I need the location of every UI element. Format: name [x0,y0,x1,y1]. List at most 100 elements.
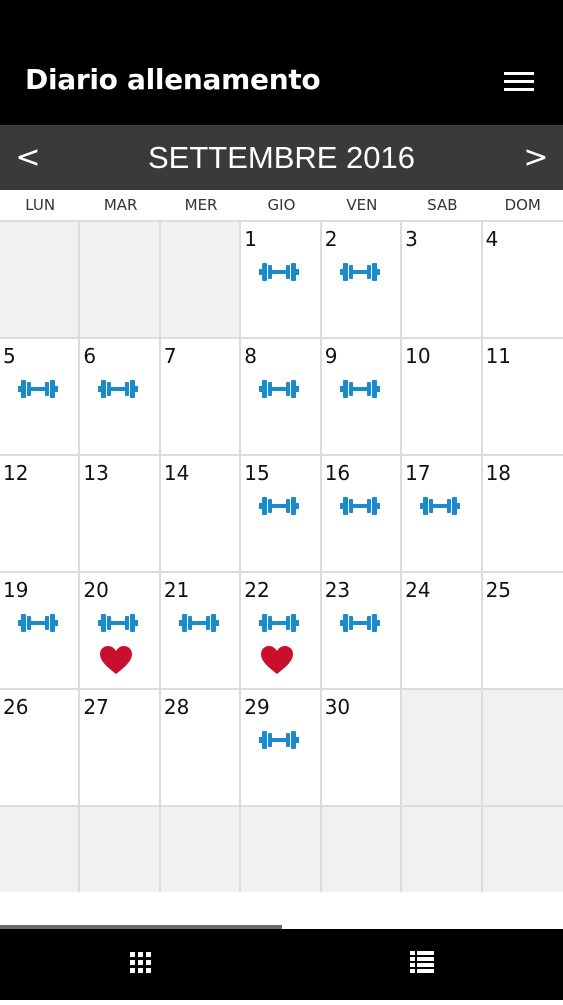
calendar-day[interactable]: 1 [241,222,322,339]
dumbbell-icon [259,614,300,632]
dumbbell-icon [18,380,58,398]
dumbbell-icon [18,614,58,632]
heart-icon [100,646,133,674]
calendar-day[interactable]: 4 [482,222,563,339]
weekday-label: LUN [25,196,56,214]
weekday-label: GIO [267,196,296,214]
calendar-empty-cell [0,807,81,894]
hamburger-menu-icon [504,72,534,91]
calendar-empty-cell [160,222,242,339]
calendar-empty-cell [160,807,242,894]
day-number: 10 [405,344,431,368]
calendar-empty-cell [402,690,483,807]
content-spacer [0,892,563,925]
calendar-day[interactable]: 13 [80,456,161,573]
calendar-day[interactable]: 19 [0,573,81,690]
calendar-day[interactable]: 28 [160,690,242,807]
calendar-day[interactable]: 14 [160,456,242,573]
calendar-day[interactable]: 11 [482,339,563,456]
day-number: 19 [3,578,29,602]
app-title: Diario allenamento [25,63,321,96]
next-month-button[interactable]: > [511,125,561,190]
calendar-day[interactable]: 20 [80,573,161,690]
weekday-label: MAR [103,196,138,214]
day-number: 17 [405,461,431,485]
month-title: SETTEMBRE 2016 [147,140,416,175]
calendar-empty-cell [80,807,161,894]
calendar-empty-cell [80,222,161,339]
day-number: 13 [83,461,109,485]
dumbbell-icon [259,731,300,749]
dumbbell-icon [98,380,139,398]
calendar-day[interactable]: 16 [321,456,403,573]
calendar-day[interactable]: 17 [402,456,483,573]
day-number: 23 [324,578,351,602]
tab-calendar-view[interactable] [100,929,180,1000]
heart-icon [261,646,294,674]
calendar-day[interactable]: 6 [80,339,161,456]
day-number: 1 [244,227,258,251]
day-number: 16 [324,461,351,485]
calendar-day[interactable]: 15 [241,456,322,573]
dumbbell-icon [259,380,300,398]
calendar-day[interactable]: 8 [241,339,322,456]
calendar-empty-cell [241,807,322,894]
calendar-day[interactable]: 23 [321,573,403,690]
calendar-day[interactable]: 26 [0,690,81,807]
day-number: 29 [244,695,270,719]
calendar-day[interactable]: 25 [482,573,563,690]
calendar-grid: 1 2 3 4 5 6 7 8 9 10 11 12 13 14 15 16 17 18 19 20 21 22 23 24 2… [0,220,563,894]
calendar-day[interactable]: 7 [160,339,242,456]
calendar-day[interactable]: 22 [241,573,322,690]
calendar-day[interactable]: 3 [402,222,483,339]
calendar-day[interactable]: 30 [321,690,403,807]
day-number: 11 [485,344,512,368]
day-number: 28 [163,695,190,719]
calendar-day[interactable]: 29 [241,690,322,807]
dumbbell-icon [259,497,300,515]
calendar-empty-cell [321,807,403,894]
dumbbell-icon [98,614,139,632]
weekday-label: SAB [427,196,458,214]
dumbbell-icon [339,497,380,515]
calendar-empty-cell [0,222,81,339]
day-number: 7 [163,344,177,368]
day-number: 27 [83,695,109,719]
day-number: 15 [244,461,270,485]
calendar-day[interactable]: 10 [402,339,483,456]
day-number: 2 [324,227,338,251]
calendar-day[interactable]: 18 [482,456,563,573]
day-number: 4 [485,227,499,251]
day-number: 25 [485,578,512,602]
calendar-day[interactable]: 9 [321,339,403,456]
day-number: 26 [3,695,29,719]
day-number: 21 [163,578,190,602]
calendar-day[interactable]: 24 [402,573,483,690]
calendar-empty-cell [402,807,483,894]
dumbbell-icon [420,497,461,515]
calendar-day[interactable]: 27 [80,690,161,807]
previous-month-button[interactable]: < [3,125,53,190]
day-number: 6 [83,344,97,368]
calendar-day[interactable]: 21 [160,573,242,690]
day-number: 3 [405,227,418,251]
calendar-day[interactable]: 12 [0,456,81,573]
calendar-day[interactable]: 2 [321,222,403,339]
list-view-icon [410,951,434,973]
tab-list-view[interactable] [382,929,462,1000]
dumbbell-icon [259,263,300,281]
dumbbell-icon [339,614,380,632]
day-number: 9 [324,344,338,368]
weekday-header: LUN MAR MER GIO VEN SAB DOM [0,190,563,220]
calendar-empty-cell [482,807,563,894]
calendar-day[interactable]: 5 [0,339,81,456]
day-number: 14 [163,461,190,485]
app-bar: Diario allenamento [0,0,563,125]
day-number: 12 [3,461,29,485]
day-number: 20 [83,578,109,602]
day-number: 8 [244,344,258,368]
menu-button[interactable] [500,66,540,100]
grid-view-icon [130,952,151,973]
calendar-empty-cell [482,690,563,807]
day-number: 24 [405,578,431,602]
